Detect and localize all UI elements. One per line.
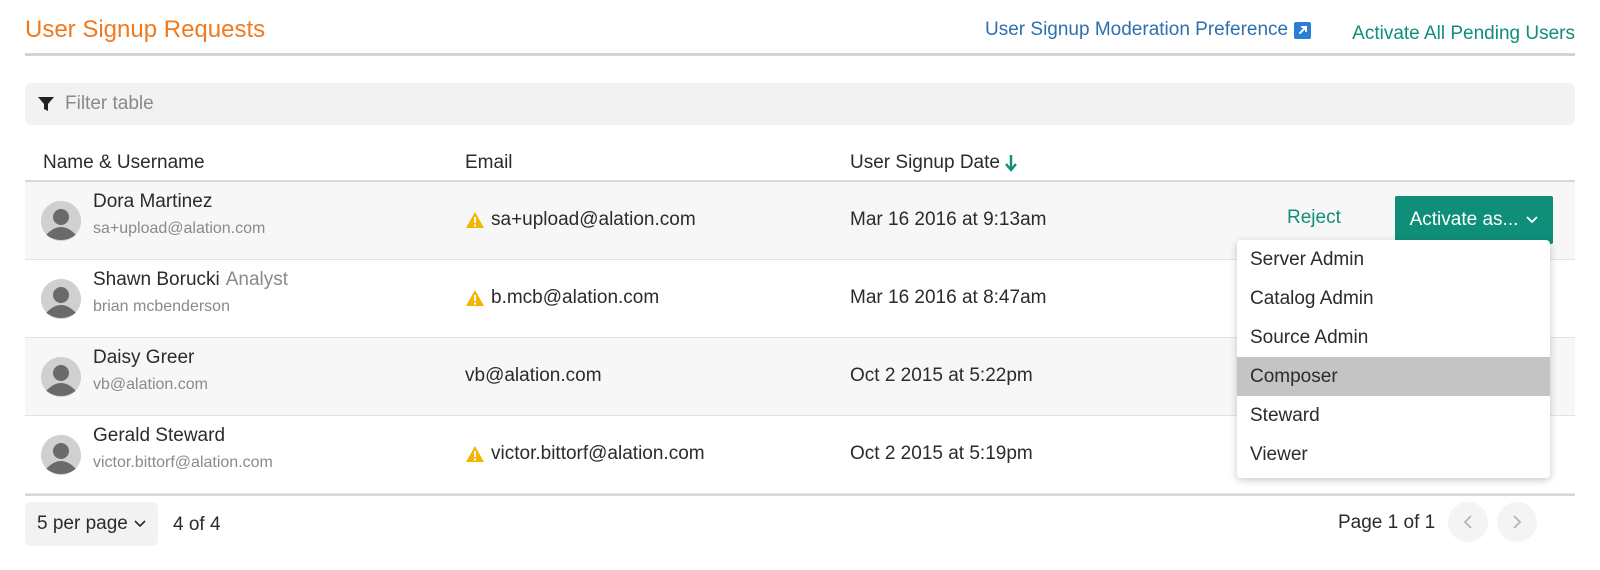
page-title: User Signup Requests	[25, 16, 266, 43]
column-header-date-label[interactable]: User Signup Date	[850, 152, 1000, 174]
user-name-text: Dora Martinez	[93, 191, 213, 212]
warning-icon	[466, 446, 484, 462]
email-text: victor.bittorf@alation.com	[491, 443, 705, 464]
user-username: sa+upload@alation.com	[93, 220, 266, 237]
page-indicator: Page 1 of 1	[1338, 512, 1436, 533]
menu-item-viewer[interactable]: Viewer	[1237, 435, 1550, 474]
menu-item-server-admin[interactable]: Server Admin	[1237, 240, 1550, 279]
chevron-down-icon	[134, 520, 146, 528]
email-cell: sa+upload@alation.com	[465, 209, 696, 231]
user-name: Gerald Steward	[93, 425, 225, 447]
menu-item-composer[interactable]: Composer	[1237, 357, 1550, 396]
email-cell: victor.bittorf@alation.com	[465, 443, 705, 465]
reject-button[interactable]: Reject	[1287, 207, 1341, 229]
arrow-down-icon	[1005, 155, 1017, 172]
user-username: vb@alation.com	[93, 376, 208, 393]
previous-page-button[interactable]	[1448, 502, 1488, 542]
filter-input[interactable]	[65, 93, 1465, 115]
user-name-text: Gerald Steward	[93, 425, 226, 446]
user-username: brian mcbenderson	[93, 298, 230, 315]
column-header-email[interactable]: Email	[465, 152, 513, 174]
table-bottom-border	[25, 494, 1575, 496]
per-page-select[interactable]: 5 per page	[25, 502, 158, 546]
user-name-text: Daisy Greer	[93, 347, 195, 368]
chevron-right-icon	[1513, 515, 1522, 529]
activate-all-link[interactable]: Activate All Pending Users	[1352, 23, 1575, 45]
menu-item-steward[interactable]: Steward	[1237, 396, 1550, 435]
next-page-button[interactable]	[1497, 502, 1537, 542]
user-username: victor.bittorf@alation.com	[93, 454, 273, 471]
filter-bar	[25, 83, 1575, 125]
per-page-label[interactable]: 5 per page	[37, 513, 128, 535]
user-avatar-icon	[41, 357, 81, 397]
column-header-name[interactable]: Name & Username	[43, 152, 205, 174]
moderation-preference-link[interactable]: User Signup Moderation Preference	[985, 19, 1312, 41]
column-header-date[interactable]: User Signup Date	[850, 152, 1018, 174]
chevron-left-icon	[1463, 515, 1472, 529]
row-count-text: 4 of 4	[173, 514, 221, 535]
user-name: Daisy Greer	[93, 347, 194, 369]
signup-date: Oct 2 2015 at 5:19pm	[850, 443, 1033, 464]
signup-date: Mar 16 2016 at 9:13am	[850, 209, 1047, 230]
email-text: sa+upload@alation.com	[491, 209, 696, 230]
email-text: b.mcb@alation.com	[491, 287, 660, 308]
activate-as-label[interactable]: Activate as...	[1410, 209, 1519, 231]
user-avatar-icon	[41, 435, 81, 475]
user-avatar-icon	[41, 201, 81, 241]
chevron-down-icon	[1526, 216, 1539, 224]
page-header: User Signup Requests User Signup Moderat…	[25, 14, 1575, 56]
table-footer: 5 per page 4 of 4 Page 1 of 1	[25, 502, 1575, 548]
activate-as-dropdown-menu: Server Admin Catalog Admin Source Admin …	[1237, 240, 1550, 478]
user-avatar-icon	[41, 279, 81, 319]
activate-as-button[interactable]: Activate as...	[1395, 196, 1553, 244]
menu-item-catalog-admin[interactable]: Catalog Admin	[1237, 279, 1550, 318]
email-cell: b.mcb@alation.com	[465, 287, 659, 309]
user-name: Shawn Borucki Analyst	[93, 269, 288, 291]
email-cell: vb@alation.com	[465, 365, 602, 387]
signup-date: Mar 16 2016 at 8:47am	[850, 287, 1047, 308]
signup-requests-page: User Signup Requests User Signup Moderat…	[25, 0, 1575, 570]
user-name: Dora Martinez	[93, 191, 212, 213]
moderation-preference-label[interactable]: User Signup Moderation Preference	[985, 19, 1288, 41]
filter-icon	[38, 97, 54, 111]
external-link-icon	[1294, 21, 1312, 39]
menu-item-source-admin[interactable]: Source Admin	[1237, 318, 1550, 357]
user-name-text: Shawn Borucki	[93, 269, 220, 290]
warning-icon	[466, 212, 484, 228]
user-role-tag: Analyst	[225, 269, 289, 290]
signup-date: Oct 2 2015 at 5:22pm	[850, 365, 1033, 386]
warning-icon	[466, 290, 484, 306]
table-header: Name & Username Email User Signup Date	[25, 148, 1575, 182]
email-text: vb@alation.com	[465, 365, 602, 386]
